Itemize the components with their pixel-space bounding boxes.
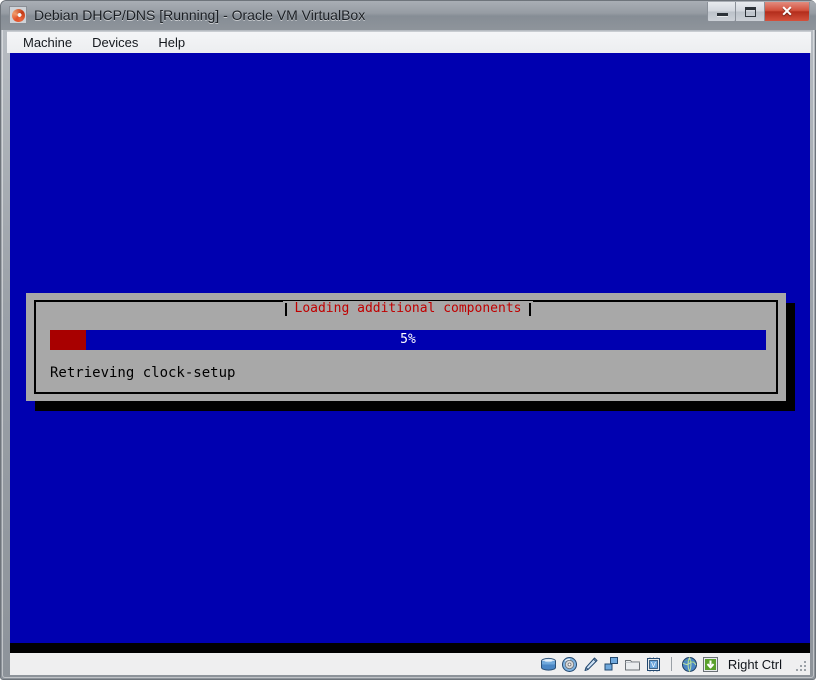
close-icon: ✕ <box>781 3 793 19</box>
vm-screen-letterbox <box>10 643 810 653</box>
optical-disk-icon[interactable] <box>561 656 578 673</box>
progress-percent-label: 5% <box>400 332 416 347</box>
window-controls: ✕ <box>707 2 810 24</box>
window-title: Debian DHCP/DNS [Running] - Oracle VM Vi… <box>34 7 366 23</box>
status-separator <box>670 657 672 671</box>
title-tick-right <box>529 302 532 316</box>
dialog-border: Loading additional components 5% Retriev… <box>34 300 778 394</box>
capture-icon[interactable] <box>702 656 719 673</box>
menu-machine[interactable]: Machine <box>15 33 84 53</box>
vm-guest-screen[interactable]: Loading additional components 5% Retriev… <box>10 53 810 653</box>
virtualbox-icon <box>9 6 27 24</box>
dialog-title-bar: Loading additional components <box>36 301 780 317</box>
title-bar[interactable]: Debian DHCP/DNS [Running] - Oracle VM Vi… <box>1 1 816 30</box>
status-bar: V Right Ctrl <box>10 653 810 675</box>
virtualbox-window: Debian DHCP/DNS [Running] - Oracle VM Vi… <box>0 0 816 680</box>
menu-devices[interactable]: Devices <box>84 33 150 53</box>
network-icon[interactable] <box>603 656 620 673</box>
maximize-icon <box>745 7 756 17</box>
shared-folders-icon[interactable] <box>624 656 641 673</box>
remote-desktop-icon[interactable] <box>681 656 698 673</box>
menu-bar: Machine Devices Help <box>7 31 811 53</box>
menu-help[interactable]: Help <box>150 33 197 53</box>
hard-disk-icon[interactable] <box>540 656 557 673</box>
resize-grip[interactable] <box>792 657 806 671</box>
installer-dialog: Loading additional components 5% Retriev… <box>26 293 786 401</box>
close-button[interactable]: ✕ <box>765 2 810 22</box>
minimize-icon <box>717 13 728 16</box>
host-key-label: Right Ctrl <box>727 656 782 672</box>
maximize-button[interactable] <box>736 2 765 22</box>
floppy-disk-icon[interactable] <box>582 656 599 673</box>
minimize-button[interactable] <box>707 2 736 22</box>
svg-text:V: V <box>651 662 656 669</box>
display-icon[interactable]: V <box>645 656 662 673</box>
progress-bar: 5% <box>50 330 766 350</box>
device-indicators: V Right Ctrl <box>540 656 806 673</box>
dialog-status-text: Retrieving clock-setup <box>50 365 236 381</box>
dialog-title: Loading additional components <box>286 301 530 317</box>
